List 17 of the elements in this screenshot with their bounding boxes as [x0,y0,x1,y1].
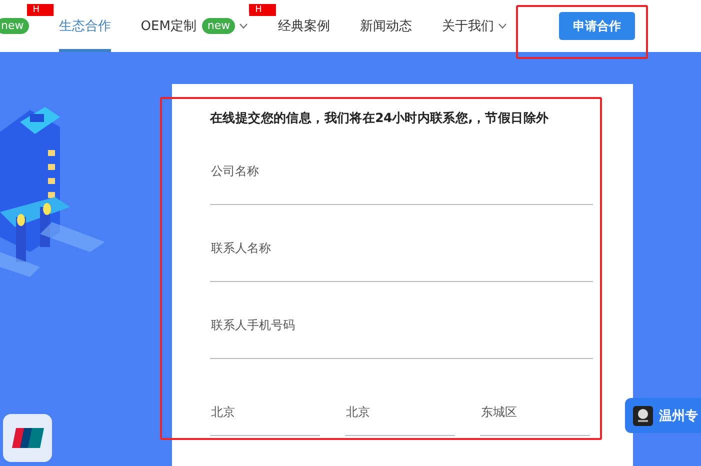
nav-link[interactable]: 关于我们 [442,0,494,52]
floating-widget[interactable]: 温州专 [625,398,701,433]
nav-link[interactable]: OEM定制 [140,0,196,52]
card-logo-icon[interactable] [3,414,52,462]
region-select[interactable]: 北京 [345,386,455,436]
app-icon [633,406,653,426]
new-badge: new [0,18,29,34]
nav-link[interactable]: 生态合作 [58,0,111,52]
new-badge: new [202,18,236,34]
nav-link[interactable]: 经典案例 [278,0,330,52]
region-select[interactable]: 东城区 [480,386,590,436]
hot-flag: H [26,4,54,16]
apply-button[interactable]: 申请合作 [559,12,636,40]
form-title: 在线提交您的信息，我们将在24小时内联系您,，节假日除外 [210,110,550,127]
hot-flag: H [249,4,276,16]
nav-link[interactable]: 新闻动态 [360,0,412,52]
region-select[interactable]: 北京 [210,386,320,436]
